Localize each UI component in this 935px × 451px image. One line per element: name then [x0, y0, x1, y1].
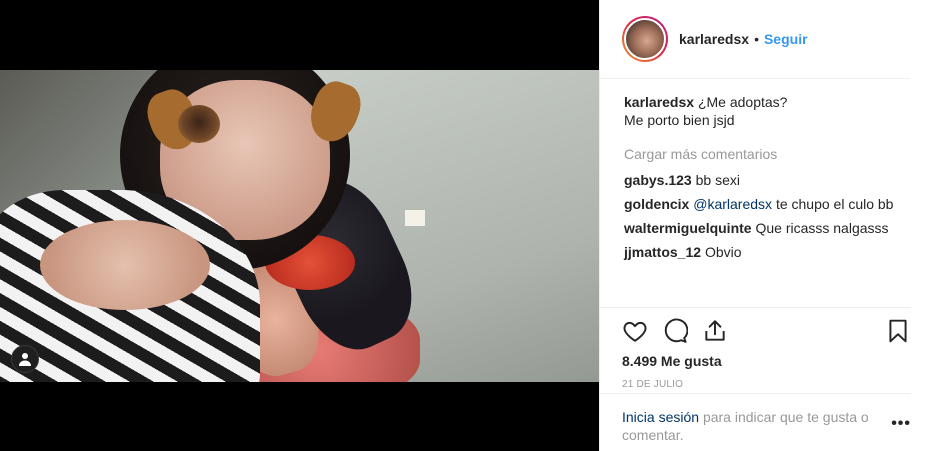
comments-list: karlaredsx ¿Me adoptas? Me porto bien js…	[600, 79, 935, 261]
post-sidebar: karlaredsx • Seguir karlaredsx ¿Me adopt…	[599, 0, 935, 451]
comment-text: Obvio	[704, 244, 742, 260]
list-item: gabys.123 bb sexi	[624, 171, 910, 189]
list-item: goldencix @karlaredsx te chupo el culo b…	[624, 195, 910, 213]
more-options-icon[interactable]: •••	[891, 415, 911, 433]
action-icons	[622, 308, 911, 354]
list-item: waltermiguelquinte Que ricasss nalgasss	[624, 219, 910, 237]
comment-author[interactable]: gabys.123	[624, 172, 692, 188]
post-date[interactable]: 21 DE JULIO	[622, 379, 911, 390]
avatar[interactable]	[622, 16, 668, 62]
post-photo[interactable]	[0, 70, 599, 382]
likes-count[interactable]: 8.499 Me gusta	[622, 352, 911, 370]
comment-author[interactable]: waltermiguelquinte	[624, 220, 752, 236]
comment-text: te chupo el culo bb	[775, 196, 894, 212]
comment-text: bb sexi	[695, 172, 740, 188]
post-media	[0, 0, 599, 451]
caption: karlaredsx ¿Me adoptas? Me porto bien js…	[624, 93, 910, 129]
comment-mention[interactable]: @karlaredsx	[693, 196, 772, 212]
comment-text: Que ricasss nalgasss	[755, 220, 889, 236]
caption-text-line1: ¿Me adoptas?	[697, 94, 788, 110]
caption-text-line2: Me porto bien jsjd	[624, 112, 735, 128]
comment-icon[interactable]	[662, 318, 688, 344]
follow-button[interactable]: Seguir	[764, 31, 808, 47]
header-username[interactable]: karlaredsx	[679, 31, 749, 47]
separator-dot: •	[754, 31, 759, 47]
list-item: jjmattos_12 Obvio	[624, 243, 910, 261]
post-header: karlaredsx • Seguir	[600, 0, 910, 79]
caption-author[interactable]: karlaredsx	[624, 94, 694, 110]
user-tag-icon[interactable]	[11, 345, 39, 373]
comment-author[interactable]: jjmattos_12	[624, 244, 701, 260]
login-link[interactable]: Inicia sesión	[622, 409, 699, 425]
login-prompt: Inicia sesión para indicar que te gusta …	[600, 393, 911, 444]
post-actions: 8.499 Me gusta 21 DE JULIO	[600, 307, 911, 390]
comment-author[interactable]: goldencix	[624, 196, 689, 212]
heart-icon[interactable]	[622, 318, 648, 344]
bookmark-icon[interactable]	[885, 318, 911, 344]
load-more-comments-button[interactable]: Cargar más comentarios	[624, 145, 910, 163]
share-icon[interactable]	[702, 318, 728, 344]
